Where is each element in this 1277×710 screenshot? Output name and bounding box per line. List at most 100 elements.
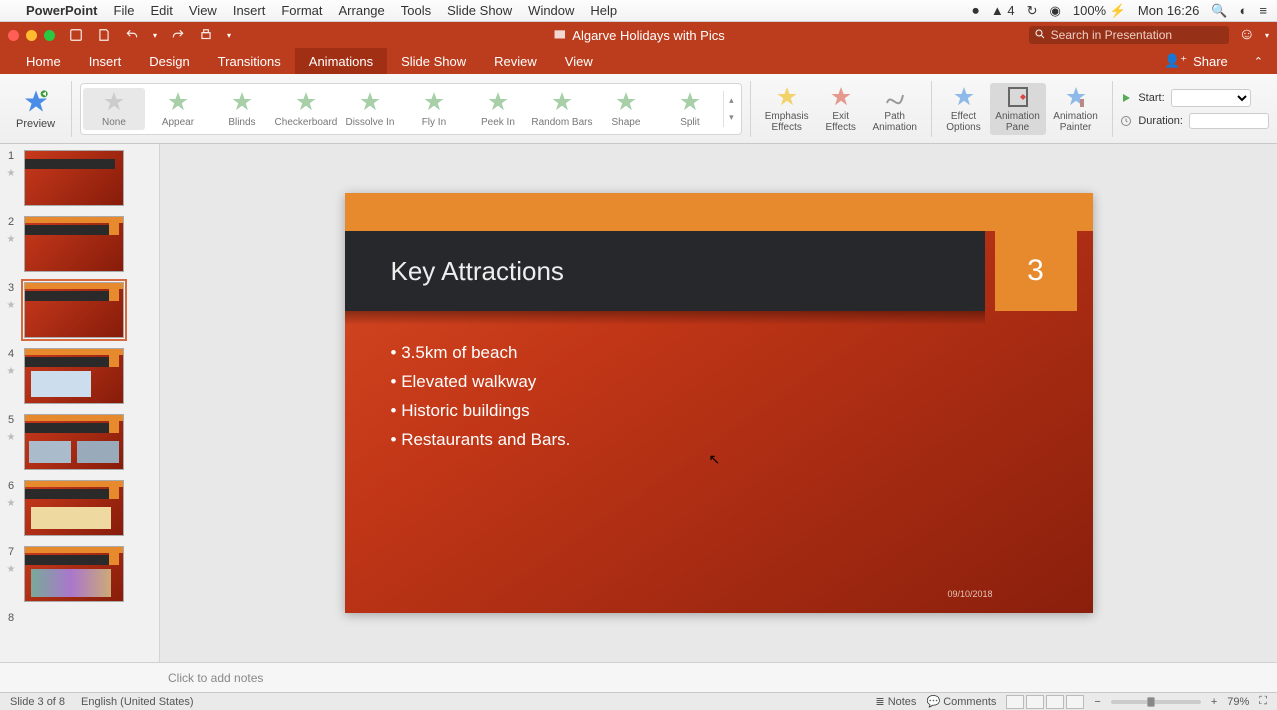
animation-appear[interactable]: Appear — [147, 88, 209, 130]
siri-icon[interactable]: ◐ — [1240, 3, 1248, 18]
battery-status[interactable]: 100% ⚡ — [1073, 3, 1126, 19]
animation-indicator-icon: ★ — [7, 498, 16, 509]
zoom-slider[interactable] — [1111, 700, 1201, 704]
animation-checkerboard[interactable]: Checkerboard — [275, 88, 337, 130]
sorter-view-button[interactable] — [1026, 695, 1044, 709]
current-slide[interactable]: Key Attractions 3 3.5km of beach Elevate… — [345, 193, 1093, 613]
slide-thumbnail-2[interactable] — [24, 216, 124, 272]
zoom-level[interactable]: 79% — [1227, 696, 1249, 708]
document-title: Algarve Holidays with Pics — [552, 28, 724, 43]
thumb-number: 2 — [8, 216, 14, 228]
spotlight-icon[interactable]: 🔍 — [1211, 3, 1227, 19]
fit-to-window-button[interactable]: ⛶ — [1259, 695, 1267, 708]
animation-randombars[interactable]: Random Bars — [531, 88, 593, 130]
qat-customize-icon[interactable]: ▾ — [227, 31, 231, 40]
app-menu[interactable]: PowerPoint — [26, 3, 98, 18]
zoom-window-button[interactable] — [44, 30, 55, 41]
slide-thumbnail-7[interactable] — [24, 546, 124, 602]
animation-blinds[interactable]: Blinds — [211, 88, 273, 130]
animation-painter-button[interactable]: Animation Painter — [1048, 83, 1104, 135]
tab-transitions[interactable]: Transitions — [204, 48, 295, 74]
language-status[interactable]: English (United States) — [81, 696, 194, 708]
tab-insert[interactable]: Insert — [75, 48, 136, 74]
slide-thumbnails-panel[interactable]: 1★ 2★ 3★ 4★ 5★ 6★ 7★ 8 — [0, 144, 160, 662]
notes-toggle[interactable]: ≣ Notes — [875, 695, 916, 708]
minimize-window-button[interactable] — [26, 30, 37, 41]
timing-group: Start: Duration: — [1120, 89, 1269, 129]
time-machine-icon[interactable]: ↻ — [1027, 3, 1038, 19]
menu-slideshow[interactable]: Slide Show — [447, 3, 512, 18]
slide-thumbnail-1[interactable] — [24, 150, 124, 206]
comments-toggle[interactable]: 💬 Comments — [926, 695, 996, 708]
menu-file[interactable]: File — [114, 3, 135, 18]
animation-split[interactable]: Split — [659, 88, 721, 130]
redo-icon[interactable] — [171, 28, 185, 42]
gallery-more-button[interactable]: ▴▾ — [723, 91, 739, 127]
tab-view[interactable]: View — [551, 48, 607, 74]
slide-thumbnail-4[interactable] — [24, 348, 124, 404]
zoom-out-button[interactable]: − — [1094, 696, 1100, 708]
normal-view-button[interactable] — [1006, 695, 1024, 709]
adobe-icon[interactable]: ▲ 4 — [991, 3, 1015, 18]
slide-title[interactable]: Key Attractions — [345, 231, 985, 311]
slide-counter[interactable]: Slide 3 of 8 — [10, 696, 65, 708]
exit-effects-button[interactable]: Exit Effects — [817, 83, 865, 135]
animation-none[interactable]: None — [83, 88, 145, 130]
menu-edit[interactable]: Edit — [150, 3, 172, 18]
zoom-in-button[interactable]: + — [1211, 696, 1217, 708]
animation-flyin[interactable]: Fly In — [403, 88, 465, 130]
animation-dissolve[interactable]: Dissolve In — [339, 88, 401, 130]
slide-canvas[interactable]: Key Attractions 3 3.5km of beach Elevate… — [160, 144, 1277, 662]
slide-thumbnail-6[interactable] — [24, 480, 124, 536]
menu-window[interactable]: Window — [528, 3, 574, 18]
effect-options-button[interactable]: Effect Options — [940, 83, 988, 135]
slide-thumbnail-5[interactable] — [24, 414, 124, 470]
notes-pane[interactable]: Click to add notes — [0, 662, 1277, 692]
notification-center-icon[interactable]: ≡ — [1259, 3, 1267, 18]
animation-indicator-icon: ★ — [7, 234, 16, 245]
slideshow-view-button[interactable] — [1066, 695, 1084, 709]
menu-tools[interactable]: Tools — [401, 3, 431, 18]
menu-format[interactable]: Format — [281, 3, 322, 18]
menu-help[interactable]: Help — [590, 3, 617, 18]
menu-insert[interactable]: Insert — [233, 3, 266, 18]
animation-gallery[interactable]: None Appear Blinds Checkerboard Dissolve… — [80, 83, 742, 135]
screen-record-icon[interactable]: ⏺ — [972, 3, 979, 19]
animation-pane-button[interactable]: Animation Pane — [990, 83, 1046, 135]
account-icon[interactable]: ☺ — [1239, 26, 1255, 44]
duration-input[interactable] — [1189, 113, 1269, 129]
close-window-button[interactable] — [8, 30, 19, 41]
animation-peekin[interactable]: Peek In — [467, 88, 529, 130]
print-icon[interactable] — [199, 28, 213, 42]
thumb-number: 1 — [8, 150, 14, 162]
clock-icon — [1120, 115, 1132, 127]
path-animation-button[interactable]: Path Animation — [867, 83, 923, 135]
share-button[interactable]: 👤⁺ Share — [1152, 48, 1240, 74]
tab-slideshow[interactable]: Slide Show — [387, 48, 480, 74]
menu-view[interactable]: View — [189, 3, 217, 18]
slide-thumbnail-3[interactable] — [24, 282, 124, 338]
undo-dropdown-icon[interactable]: ▾ — [153, 31, 157, 40]
account-dropdown-icon[interactable]: ▾ — [1265, 31, 1269, 40]
start-select[interactable] — [1171, 89, 1251, 107]
preview-star-icon — [22, 88, 50, 116]
animation-shape[interactable]: Shape — [595, 88, 657, 130]
slide-bullets[interactable]: 3.5km of beach Elevated walkway Historic… — [391, 339, 571, 455]
save-icon[interactable] — [97, 28, 111, 42]
wifi-icon[interactable]: ◉ — [1050, 3, 1061, 19]
tab-review[interactable]: Review — [480, 48, 551, 74]
menu-arrange[interactable]: Arrange — [339, 3, 385, 18]
collapse-ribbon-icon[interactable]: ⌃ — [1240, 48, 1277, 74]
autosave-icon[interactable] — [69, 28, 83, 42]
reading-view-button[interactable] — [1046, 695, 1064, 709]
clock[interactable]: Mon 16:26 — [1138, 3, 1199, 18]
search-input[interactable] — [1029, 26, 1229, 44]
preview-button[interactable]: Preview — [8, 86, 63, 132]
bullet-item: 3.5km of beach — [391, 339, 571, 368]
tab-home[interactable]: Home — [12, 48, 75, 74]
emphasis-effects-button[interactable]: Emphasis Effects — [759, 83, 815, 135]
undo-icon[interactable] — [125, 28, 139, 42]
tab-animations[interactable]: Animations — [295, 48, 387, 74]
tab-design[interactable]: Design — [135, 48, 203, 74]
bullet-item: Historic buildings — [391, 397, 571, 426]
